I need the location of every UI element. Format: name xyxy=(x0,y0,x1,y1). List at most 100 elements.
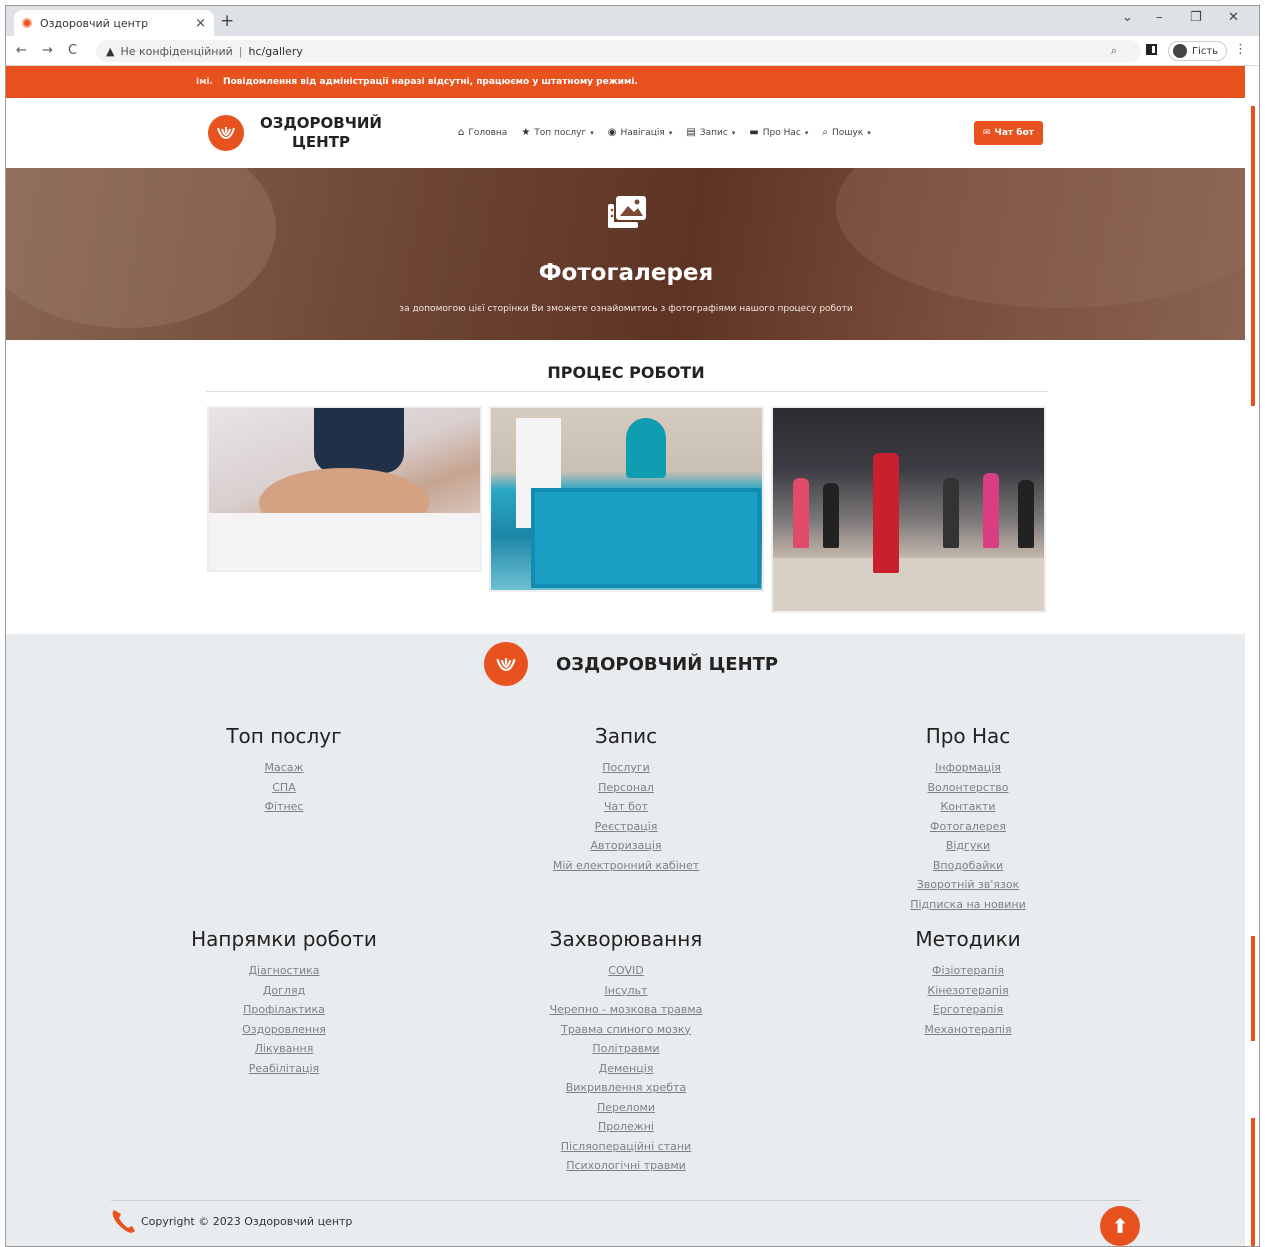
footer-column-methods: Методики Фізіотерапія Кінезотерапія Ерго… xyxy=(818,927,1118,1039)
browser-tab[interactable]: Оздоровчий центр × xyxy=(14,10,214,36)
footer-link[interactable]: Діагностика xyxy=(134,961,434,981)
site-footer: ОЗДОРОВЧИЙ ЦЕНТР Топ послуг Масаж СПА Фі… xyxy=(6,634,1246,1246)
gallery-photo-massage[interactable] xyxy=(207,406,482,572)
close-window-button[interactable]: ✕ xyxy=(1228,10,1239,25)
tab-search-icon[interactable]: ⌄ xyxy=(1122,10,1133,25)
copyright-text: Copyright © 2023 Оздоровчий центр xyxy=(141,1215,353,1228)
browser-menu-icon[interactable]: ⋮ xyxy=(1234,42,1247,57)
footer-link[interactable]: Лікування xyxy=(134,1039,434,1059)
footer-link[interactable]: Післяопераційні стани xyxy=(476,1137,776,1157)
footer-link[interactable]: COVID xyxy=(476,961,776,981)
footer-link[interactable]: Переломи xyxy=(476,1098,776,1118)
footer-link[interactable]: Відгуки xyxy=(818,836,1118,856)
footer-link[interactable]: Психологічні травми xyxy=(476,1156,776,1176)
page-viewport: імі. Повідомлення від адміністрації нара… xyxy=(6,66,1246,1246)
side-panel-icon[interactable] xyxy=(1146,44,1157,55)
page-title: Фотогалерея xyxy=(538,260,714,286)
page-scrollbar[interactable] xyxy=(1245,66,1259,1246)
footer-link[interactable]: Контакти xyxy=(818,797,1118,817)
search-icon: ⌕ xyxy=(822,127,828,138)
footer-link[interactable]: Пролежні xyxy=(476,1117,776,1137)
url-path: hc/gallery xyxy=(248,44,303,58)
caret-down-icon: ▾ xyxy=(731,128,736,137)
footer-link[interactable]: Фотогалерея xyxy=(818,817,1118,837)
url-field[interactable]: ▲ Не конфіденційний | hc/gallery xyxy=(96,40,1141,62)
site-header: ОЗДОРОВЧИЙ ЦЕНТР ⌂ Головна ★ Топ послуг … xyxy=(6,98,1246,168)
back-icon[interactable]: ← xyxy=(16,43,27,58)
caret-down-icon: ▾ xyxy=(590,128,594,137)
menu-item-search[interactable]: ⌕ Пошук ▾ xyxy=(822,127,870,138)
menu-item-label: Пошук xyxy=(831,127,864,138)
photo-detail xyxy=(773,558,1044,611)
notice-text: Повідомлення від адміністрації наразі ві… xyxy=(222,77,638,87)
footer-link[interactable]: Догляд xyxy=(134,981,434,1001)
star-icon: ★ xyxy=(521,127,531,138)
profile-button[interactable]: Гість xyxy=(1168,41,1228,61)
footer-link[interactable]: Політравми xyxy=(476,1039,776,1059)
footer-link[interactable]: Реєстрація xyxy=(476,817,776,837)
notice-prefix: імі. xyxy=(196,77,213,87)
footer-link[interactable]: Травма спиного мозку xyxy=(476,1020,776,1040)
footer-link[interactable]: Інформація xyxy=(818,758,1118,778)
footer-divider xyxy=(111,1200,1141,1201)
scroll-to-top-button[interactable]: ⬆ xyxy=(1100,1206,1140,1246)
footer-link[interactable]: Фізіотерапія xyxy=(818,961,1118,981)
footer-link[interactable]: Профілактика xyxy=(134,1000,434,1020)
footer-link[interactable]: Мій електронний кабінет xyxy=(476,856,776,876)
zoom-icon[interactable]: ⌕ xyxy=(1111,44,1117,58)
tab-title: Оздоровчий центр xyxy=(40,16,149,30)
scrollbar-thumb xyxy=(1251,936,1255,1041)
tab-close-icon[interactable]: × xyxy=(195,16,206,31)
footer-link[interactable]: СПА xyxy=(134,778,434,798)
footer-link[interactable]: Механотерапія xyxy=(818,1020,1118,1040)
maximize-button[interactable]: ❐ xyxy=(1190,10,1202,25)
footer-link[interactable]: Зворотній зв'язок xyxy=(818,875,1118,895)
footer-link[interactable]: Підписка на новини xyxy=(818,895,1118,915)
logo-text[interactable]: ОЗДОРОВЧИЙ ЦЕНТР xyxy=(256,114,386,152)
footer-logo-icon[interactable] xyxy=(484,642,528,686)
menu-item-top-services[interactable]: ★ Топ послуг ▾ xyxy=(521,127,593,138)
footer-column-top-services: Топ послуг Масаж СПА Фітнес xyxy=(134,724,434,817)
forward-icon[interactable]: → xyxy=(42,43,53,58)
footer-link[interactable]: Інсульт xyxy=(476,981,776,1001)
scrollbar-thumb[interactable] xyxy=(1251,106,1255,406)
compass-icon: ◉ xyxy=(607,127,617,138)
menu-item-navigation[interactable]: ◉ Навігація ▾ xyxy=(608,127,673,138)
menu-item-about[interactable]: ▬ Про Нас ▾ xyxy=(749,127,808,138)
footer-link[interactable]: Фітнес xyxy=(134,797,434,817)
footer-link[interactable]: Авторизація xyxy=(476,836,776,856)
minimize-button[interactable]: – xyxy=(1156,10,1163,25)
footer-link[interactable]: Черепно - мозкова травма xyxy=(476,1000,776,1020)
logo-icon[interactable] xyxy=(208,115,244,151)
footer-link[interactable]: Оздоровлення xyxy=(134,1020,434,1040)
gallery-photo-hydrotherapy[interactable] xyxy=(489,406,764,592)
caret-down-icon: ▾ xyxy=(668,128,673,137)
menu-item-label: Головна xyxy=(468,127,508,138)
hero-banner: Фотогалерея за допомогою цієї сторінки В… xyxy=(6,168,1246,340)
phone-icon[interactable] xyxy=(110,1206,140,1236)
reload-icon[interactable]: C xyxy=(68,43,77,58)
gallery-photo-fitness[interactable] xyxy=(771,406,1046,613)
warning-icon: ▲ xyxy=(106,44,115,58)
footer-link[interactable]: Масаж xyxy=(134,758,434,778)
footer-column-title: Методики xyxy=(915,927,1021,951)
chat-bot-button[interactable]: ✉ Чат бот xyxy=(974,121,1043,145)
footer-link[interactable]: Деменція xyxy=(476,1059,776,1079)
menu-item-home[interactable]: ⌂ Головна xyxy=(458,127,507,138)
photo-detail xyxy=(1018,480,1034,548)
footer-link[interactable]: Персонал xyxy=(476,778,776,798)
footer-link[interactable]: Чат бот xyxy=(476,797,776,817)
photo-detail xyxy=(626,418,666,478)
footer-link[interactable]: Вподобайки xyxy=(818,856,1118,876)
footer-link[interactable]: Реабілітація xyxy=(134,1059,434,1079)
menu-item-booking[interactable]: ▤ Запис ▾ xyxy=(686,127,735,138)
photo-gallery-icon xyxy=(608,196,646,228)
footer-link[interactable]: Ерготерапія xyxy=(818,1000,1118,1020)
address-bar-row: ← → C ▲ Не конфіденційний | hc/gallery ⌕… xyxy=(6,36,1259,66)
footer-link[interactable]: Викривлення хребта xyxy=(476,1078,776,1098)
scrollbar-thumb xyxy=(1251,1118,1255,1246)
footer-link[interactable]: Послуги xyxy=(476,758,776,778)
footer-link[interactable]: Кінезотерапія xyxy=(818,981,1118,1001)
footer-link[interactable]: Волонтерство xyxy=(818,778,1118,798)
new-tab-button[interactable]: + xyxy=(220,11,234,31)
